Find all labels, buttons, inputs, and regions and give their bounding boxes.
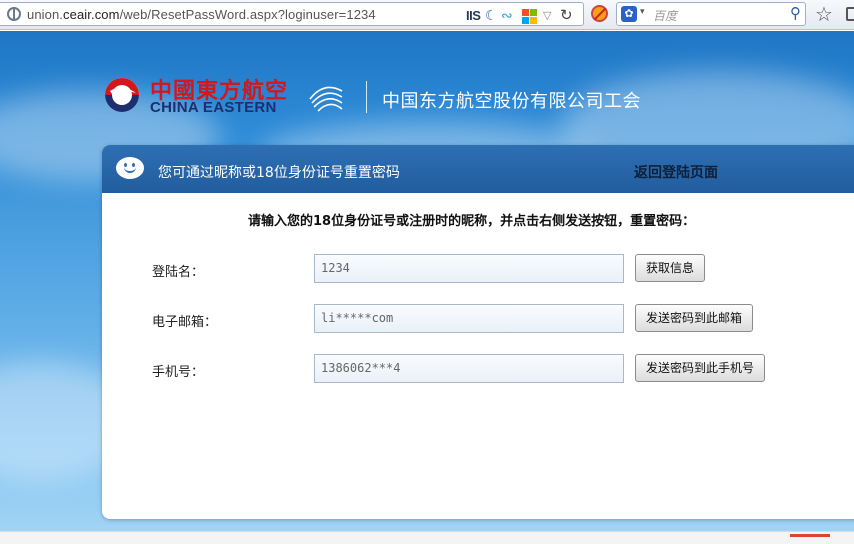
- adblock-icon[interactable]: [591, 5, 608, 22]
- search-engine-dropdown-icon[interactable]: ▾: [640, 7, 645, 17]
- send-to-phone-button[interactable]: 发送密码到此手机号: [635, 354, 766, 382]
- send-to-email-button[interactable]: 发送密码到此邮箱: [635, 304, 754, 332]
- login-name-input[interactable]: 1234: [314, 254, 624, 283]
- email-input[interactable]: li*****com: [314, 304, 624, 333]
- back-to-login-link[interactable]: 返回登陆页面: [634, 162, 718, 182]
- organization-name: 中国东方航空股份有限公司工会: [382, 91, 641, 112]
- favorites-star-icon[interactable]: ☆: [815, 2, 833, 26]
- card-header: 您可通过昵称或18位身份证号重置密码 返回登陆页面: [102, 145, 854, 193]
- get-info-button[interactable]: 获取信息: [635, 254, 706, 282]
- logo-english-text: CHINA EASTERN: [150, 99, 277, 116]
- globe-icon: [7, 7, 21, 21]
- login-name-label: 登陆名：: [152, 265, 205, 280]
- decorative-line: [790, 534, 830, 537]
- browser-toolbar: union.ceair.com/web/ResetPassWord.aspx?l…: [0, 0, 854, 30]
- search-placeholder[interactable]: 百度: [653, 7, 677, 24]
- iis-icon[interactable]: IIS: [466, 8, 481, 23]
- address-dropdown-icon[interactable]: ▽: [543, 9, 551, 22]
- header-divider: [366, 81, 367, 113]
- skyteam-logo-icon: [309, 86, 343, 112]
- url-text[interactable]: union.ceair.com/web/ResetPassWord.aspx?l…: [27, 7, 376, 22]
- clipboard-icon[interactable]: [846, 7, 854, 21]
- bottom-strip: [0, 531, 854, 544]
- search-box[interactable]: ✿ ▾ 百度 ⚲: [616, 2, 806, 26]
- china-eastern-logo-icon: [105, 78, 139, 112]
- email-label: 电子邮箱：: [152, 315, 218, 330]
- baidu-paw-icon[interactable]: ✿: [621, 6, 637, 22]
- chat-bubble-icon: [116, 157, 144, 179]
- phone-label: 手机号：: [152, 365, 205, 380]
- wave-icon[interactable]: ∾: [501, 8, 513, 24]
- search-icon[interactable]: ⚲: [790, 4, 801, 22]
- compat-view-icon[interactable]: ☾: [485, 8, 498, 24]
- address-bar[interactable]: union.ceair.com/web/ResetPassWord.aspx?l…: [0, 2, 584, 26]
- reset-password-card: 您可通过昵称或18位身份证号重置密码 返回登陆页面 请输入您的18位身份证号或注…: [102, 145, 854, 519]
- phone-input[interactable]: 1386062***4: [314, 354, 624, 383]
- windows-logo-icon[interactable]: [522, 9, 538, 24]
- reload-icon[interactable]: ↻: [560, 6, 573, 24]
- instruction-text: 请输入您的18位身份证号或注册时的昵称，并点击右侧发送按钮，重置密码：: [248, 214, 696, 229]
- card-header-title: 您可通过昵称或18位身份证号重置密码: [158, 165, 400, 181]
- page-background: 中國東方航空 CHINA EASTERN 中国东方航空股份有限公司工会 您可通过…: [0, 31, 854, 544]
